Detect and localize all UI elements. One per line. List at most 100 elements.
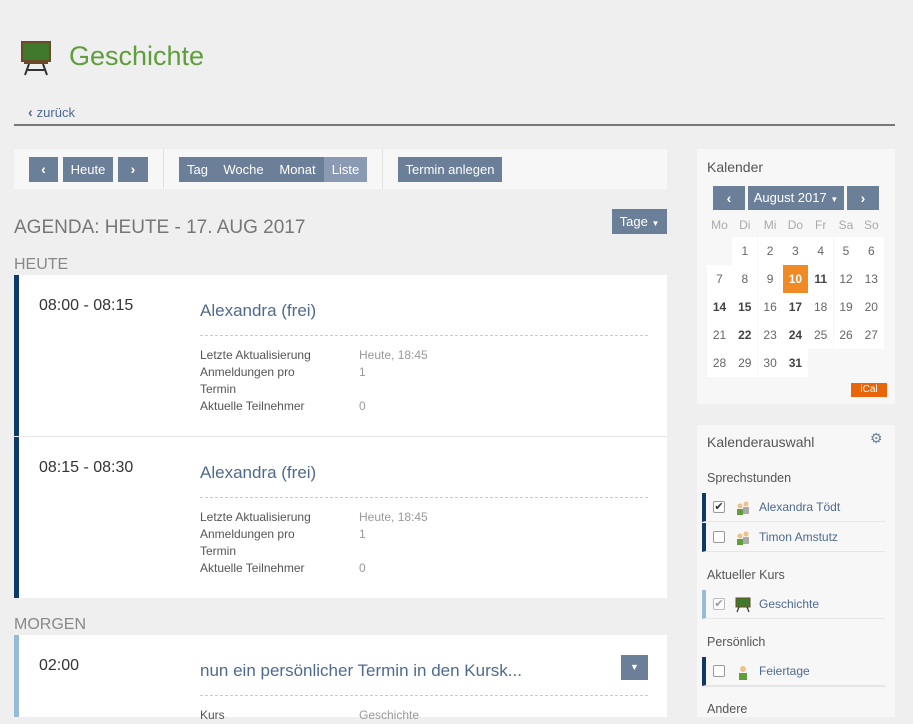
back-link[interactable]: ‹ zurück — [28, 104, 75, 121]
calendar-day[interactable]: 12 — [833, 265, 859, 293]
calendar-checkbox[interactable]: ✔ — [713, 501, 725, 513]
calendar-day[interactable]: 16 — [757, 293, 783, 321]
view-liste-button[interactable]: Liste — [324, 157, 367, 182]
calendar-day[interactable]: 27 — [858, 321, 884, 349]
event-field-value: 0 — [359, 399, 366, 413]
next-button[interactable]: › — [118, 157, 148, 182]
agenda-title: AGENDA: HEUTE - 17. AUG 2017 — [14, 217, 306, 238]
calendar-day[interactable]: 3 — [782, 237, 808, 265]
chevron-left-icon: ‹ — [726, 190, 732, 206]
group-divider — [702, 686, 885, 687]
back-link-label: zurück — [36, 105, 75, 120]
day-label-morgen: MORGEN — [14, 616, 86, 633]
agenda-event: 08:00 - 08:15 Alexandra (frei) Letzte Ak… — [14, 275, 667, 436]
calendar-day[interactable]: 14 — [707, 293, 732, 321]
event-field-value: Geschichte — [359, 708, 420, 722]
calendar-day[interactable]: 28 — [707, 349, 732, 377]
event-time: 08:00 - 08:15 — [39, 297, 134, 314]
event-field-label: Letzte Aktualisierung — [200, 348, 311, 362]
calendar-checkbox[interactable] — [713, 531, 725, 543]
people-icon — [737, 501, 749, 515]
calendar-month-dropdown[interactable]: August 2017 ▼ — [748, 186, 844, 210]
view-woche-button[interactable]: Woche — [216, 157, 271, 182]
calendar-day[interactable]: 7 — [707, 265, 732, 293]
calendar-next-month-button[interactable]: › — [847, 186, 879, 210]
calendar-item-timon-amstutz: Timon Amstutz — [702, 523, 885, 552]
event-options-button[interactable]: ▼ — [621, 655, 648, 680]
calendar-day[interactable]: 17 — [782, 293, 808, 321]
calendar-day[interactable]: 8 — [732, 265, 758, 293]
calendar-day[interactable]: 24 — [782, 321, 808, 349]
calendar-day[interactable]: 5 — [833, 237, 859, 265]
page-title: Geschichte — [69, 41, 205, 71]
calendar-day[interactable]: 21 — [707, 321, 732, 349]
calendar-checkbox[interactable]: ✔ — [713, 598, 725, 610]
event-field-label: Kurs — [200, 708, 225, 722]
event-field-value: Heute, 18:45 — [359, 510, 428, 524]
calendar-day[interactable]: 10 — [782, 265, 808, 293]
calendar-day[interactable]: 13 — [858, 265, 884, 293]
calendar-day[interactable]: 23 — [757, 321, 783, 349]
calendar-weekday-header: Mo — [711, 218, 728, 232]
calendar-weekday-header: So — [863, 218, 879, 232]
calendar-item-label[interactable]: Alexandra Tödt — [759, 500, 840, 514]
calendar-item-label[interactable]: Feiertage — [759, 664, 810, 678]
toolbar-divider — [382, 149, 383, 189]
range-dropdown-button[interactable]: Tage ▼ — [612, 209, 667, 234]
calendar-item-feiertage: Feiertage — [702, 657, 885, 686]
calendar-box-title: Kalender — [707, 159, 764, 175]
event-title[interactable]: Alexandra (frei) — [200, 463, 316, 483]
calendar-item-geschichte: ✔ Geschichte — [702, 590, 885, 619]
calendar-day[interactable]: 4 — [808, 237, 834, 265]
view-monat-button[interactable]: Monat — [271, 157, 324, 182]
calendar-day[interactable]: 31 — [782, 349, 808, 377]
event-title[interactable]: Alexandra (frei) — [200, 301, 316, 321]
caret-down-icon: ▼ — [830, 195, 839, 204]
event-field-label: Termin — [200, 382, 237, 396]
people-icon — [737, 531, 749, 545]
agenda-event: 02:00 nun ein persönlicher Termin in den… — [14, 635, 667, 722]
calendar-prev-month-button[interactable]: ‹ — [713, 186, 745, 210]
calendar-day[interactable]: 9 — [757, 265, 783, 293]
calendar-checkbox[interactable] — [713, 665, 725, 677]
calendar-day[interactable]: 1 — [732, 237, 758, 265]
event-time: 02:00 — [39, 657, 80, 674]
calendar-month-label: August 2017 — [753, 190, 827, 205]
caret-down-icon: ▼ — [630, 662, 639, 672]
chalkboard-icon — [21, 41, 51, 76]
event-divider — [200, 695, 648, 696]
calendar-weekday-header: Sa — [838, 218, 854, 232]
calendar-item-label[interactable]: Geschichte — [759, 597, 819, 611]
view-tag-button[interactable]: Tag — [179, 157, 216, 182]
agenda-event: 08:15 - 08:30 Alexandra (frei) Letzte Ak… — [14, 437, 667, 598]
event-field-label: Anmeldungen pro — [200, 365, 295, 379]
ical-export-button[interactable]: iCal — [851, 383, 887, 397]
chalkboard-icon — [735, 597, 751, 613]
event-title[interactable]: nun ein persönlicher Termin in den Kursk… — [200, 661, 522, 681]
calendar-day[interactable]: 18 — [808, 293, 834, 321]
calendar-day[interactable]: 2 — [757, 237, 783, 265]
day-label-heute: HEUTE — [14, 256, 69, 273]
calendar-day[interactable]: 26 — [833, 321, 859, 349]
event-field-label: Aktuelle Teilnehmer — [200, 399, 305, 413]
event-field-label: Termin — [200, 544, 237, 558]
calendar-day[interactable]: 30 — [757, 349, 783, 377]
calendar-day[interactable]: 29 — [732, 349, 758, 377]
calendar-day[interactable]: 22 — [732, 321, 758, 349]
event-field-value: 1 — [359, 365, 366, 379]
calendar-toolbar: ‹ Heute › Tag Woche Monat Liste Termin a… — [14, 149, 667, 189]
chevron-left-icon: ‹ — [41, 161, 46, 177]
today-button[interactable]: Heute — [63, 157, 113, 182]
calendar-item-label[interactable]: Timon Amstutz — [759, 530, 838, 544]
calendar-day[interactable]: 19 — [833, 293, 859, 321]
calendar-weekday-header: Fr — [815, 218, 827, 232]
calendar-day[interactable]: 20 — [858, 293, 884, 321]
gear-icon[interactable]: ⚙ — [870, 430, 886, 446]
calendar-day[interactable]: 25 — [808, 321, 834, 349]
prev-button[interactable]: ‹ — [29, 157, 58, 182]
calendar-day[interactable]: 6 — [858, 237, 884, 265]
create-appointment-button[interactable]: Termin anlegen — [398, 157, 502, 182]
calendar-day[interactable]: 11 — [808, 265, 834, 293]
event-field-label: Letzte Aktualisierung — [200, 510, 311, 524]
calendar-day[interactable]: 15 — [732, 293, 758, 321]
